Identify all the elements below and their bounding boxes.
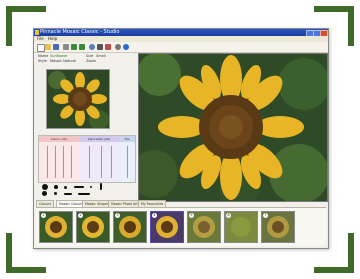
brush-large-2[interactable] — [42, 191, 47, 196]
brush-tall[interactable] — [100, 183, 102, 190]
brush-line[interactable] — [74, 186, 84, 188]
frame-corner-bottom-right-v — [348, 233, 354, 273]
slider-8[interactable] — [127, 146, 128, 178]
frame-corner-bottom-left-h — [6, 267, 46, 273]
style-label: Style — [38, 59, 47, 63]
name-value: Sunflower — [50, 54, 68, 58]
sunflower-image — [47, 70, 109, 128]
thumbnail-number: 6 — [226, 213, 231, 218]
thumbnail-1[interactable]: 1 — [39, 211, 73, 243]
slider-1[interactable] — [47, 146, 48, 178]
brush-palette — [38, 183, 134, 197]
mixer-col2 — [79, 142, 119, 182]
app-icon — [35, 30, 39, 35]
style-value: Mosaic Natural — [50, 59, 77, 63]
paint-icon[interactable] — [105, 44, 111, 50]
brush-line-2[interactable] — [64, 193, 72, 195]
frame-corner-bottom-left-v — [6, 233, 12, 273]
brush-medium-2[interactable] — [54, 192, 57, 195]
open-icon[interactable] — [45, 44, 51, 50]
undo-icon[interactable] — [71, 44, 77, 50]
app-window: Pinnacle Mosaic Classic - Studio File He… — [33, 28, 329, 249]
zoom-icon[interactable] — [89, 44, 95, 50]
thumbnail-5[interactable]: 5 — [187, 211, 221, 243]
brush-small[interactable] — [64, 186, 67, 189]
mixer-col1 — [39, 142, 79, 182]
window-title: Pinnacle Mosaic Classic - Studio — [40, 29, 120, 35]
slider-3[interactable] — [63, 146, 64, 178]
tab-colours[interactable]: Colours — [36, 200, 55, 207]
redo-icon[interactable] — [79, 44, 85, 50]
zoom-label: Zoom — [86, 59, 97, 63]
thumbnail-number: 2 — [78, 213, 83, 218]
thumbnail-3[interactable]: 3 — [113, 211, 147, 243]
source-image-preview[interactable] — [46, 69, 110, 129]
settings-icon[interactable] — [115, 44, 121, 50]
thumbnail-6[interactable]: 6 — [224, 211, 258, 243]
thumbnail-number: 4 — [152, 213, 157, 218]
thumbnail-number: 7 — [263, 213, 268, 218]
thumbnail-7[interactable]: 7 — [261, 211, 295, 243]
brush-large[interactable] — [42, 184, 48, 190]
slider-6[interactable] — [101, 146, 102, 178]
brush-line-3[interactable] — [78, 193, 90, 195]
info-panel: Name Sunflower Size Small Style Mosaic N… — [36, 53, 136, 67]
size-value: Small — [96, 54, 106, 58]
frame-corner-top-left-h — [6, 6, 46, 12]
slider-2[interactable] — [55, 146, 56, 178]
slider-4[interactable] — [71, 146, 72, 178]
thumbnail-2[interactable]: 2 — [76, 211, 110, 243]
save-icon[interactable] — [53, 44, 59, 50]
thumbnail-4[interactable]: 4 — [150, 211, 184, 243]
brush-dot-2[interactable] — [90, 186, 92, 188]
toolbar — [34, 42, 328, 53]
tab-mosaic-photo-art[interactable]: Mosaic Photo Art — [108, 200, 141, 207]
print-icon[interactable] — [63, 44, 69, 50]
frame-corner-top-right-v — [348, 6, 354, 46]
colour-mixer-panel: Colour (All) Saturation (All) Tile — [38, 135, 136, 183]
frame-corner-top-left-v — [6, 6, 12, 46]
help-icon[interactable] — [123, 44, 129, 50]
thumbnail-strip: 1 2 3 4 5 6 7 — [36, 207, 326, 246]
size-label: Size — [86, 54, 94, 58]
slider-5[interactable] — [89, 146, 90, 178]
thumbnail-number: 5 — [189, 213, 194, 218]
title-bar[interactable]: Pinnacle Mosaic Classic - Studio — [34, 29, 328, 37]
thumbnail-number: 3 — [115, 213, 120, 218]
name-label: Name — [38, 54, 49, 58]
thumbnail-number: 1 — [41, 213, 46, 218]
slider-7[interactable] — [111, 146, 112, 178]
new-icon[interactable] — [37, 44, 45, 52]
crop-icon[interactable] — [97, 44, 103, 50]
tab-my-favourites[interactable]: My Favourites — [138, 200, 167, 207]
tab-bar: Colours Mosaic Colours Mosaic Shapes Mos… — [36, 200, 326, 207]
sunflower-mosaic-image — [139, 54, 327, 201]
brush-medium[interactable] — [54, 185, 58, 189]
mosaic-preview-canvas[interactable] — [138, 53, 328, 202]
